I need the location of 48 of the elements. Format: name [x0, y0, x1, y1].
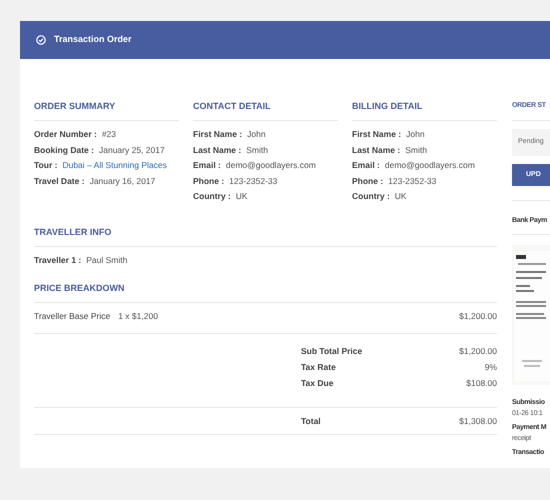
summary-label: Tax Due — [301, 376, 334, 390]
field-value: demo@goodlayers.com — [384, 159, 475, 172]
summary-value: $1,200.00 — [459, 344, 497, 358]
field-value: Smith — [246, 144, 268, 156]
field-label: First Name : — [193, 128, 242, 141]
field-value: 123-2352-33 — [388, 174, 436, 188]
field-value: John — [247, 128, 266, 141]
field-value: January 16, 2017 — [90, 174, 156, 188]
check-circle-icon — [36, 35, 46, 45]
field-value: #23 — [102, 128, 116, 141]
field-label: Country : — [193, 190, 231, 203]
section-heading: PRICE BREAKDOWN — [34, 283, 126, 293]
field-value: Smith — [405, 144, 427, 156]
price-item-detail: 1 x $1,200 — [118, 310, 158, 323]
field-value: demo@goodlayers.com — [226, 159, 316, 172]
header-title: Transaction Order — [54, 33, 132, 46]
price-item-amount: $1,200.00 — [459, 310, 497, 323]
field-value: UK — [236, 190, 248, 203]
field-label: Email : — [193, 159, 221, 172]
section-heading: BILLING DETAIL — [352, 101, 424, 111]
field-label: Tour : — [34, 159, 58, 172]
field-value: 123-2352-33 — [229, 174, 278, 188]
field-value: January 25, 2017 — [98, 144, 165, 157]
field-value: UK — [394, 190, 407, 203]
field-label: Email : — [352, 159, 380, 172]
total-value: $1,308.00 — [459, 414, 497, 428]
section-heading: CONTACT DETAIL — [193, 101, 272, 111]
field-label: Phone : — [193, 174, 224, 188]
summary-label: Tax Rate — [301, 360, 336, 374]
summary-value: 9% — [484, 360, 497, 374]
field-label: Booking Date : — [34, 144, 94, 157]
summary-label: Sub Total Price — [301, 344, 362, 358]
section-heading: ORDER SUMMARY — [34, 101, 116, 111]
field-label: Phone : — [352, 174, 384, 188]
price-item-label: Traveller Base Price — [34, 310, 110, 323]
field-label: Traveller 1 : — [34, 254, 82, 266]
field-label: Last Name : — [193, 144, 242, 156]
field-label: Last Name : — [352, 144, 400, 156]
field-value: John — [406, 128, 425, 141]
field-label: Country : — [352, 190, 390, 203]
summary-value: $108.00 — [466, 376, 497, 390]
section-heading: TRAVELLER INFO — [34, 226, 112, 236]
field-label: First Name : — [352, 128, 402, 141]
total-label: Total — [301, 414, 321, 428]
field-label: Order Number : — [34, 128, 97, 141]
tour-link[interactable]: Dubai – All Stunning Places — [62, 158, 167, 174]
field-value: Paul Smith — [86, 254, 128, 266]
field-label: Travel Date : — [34, 174, 85, 188]
